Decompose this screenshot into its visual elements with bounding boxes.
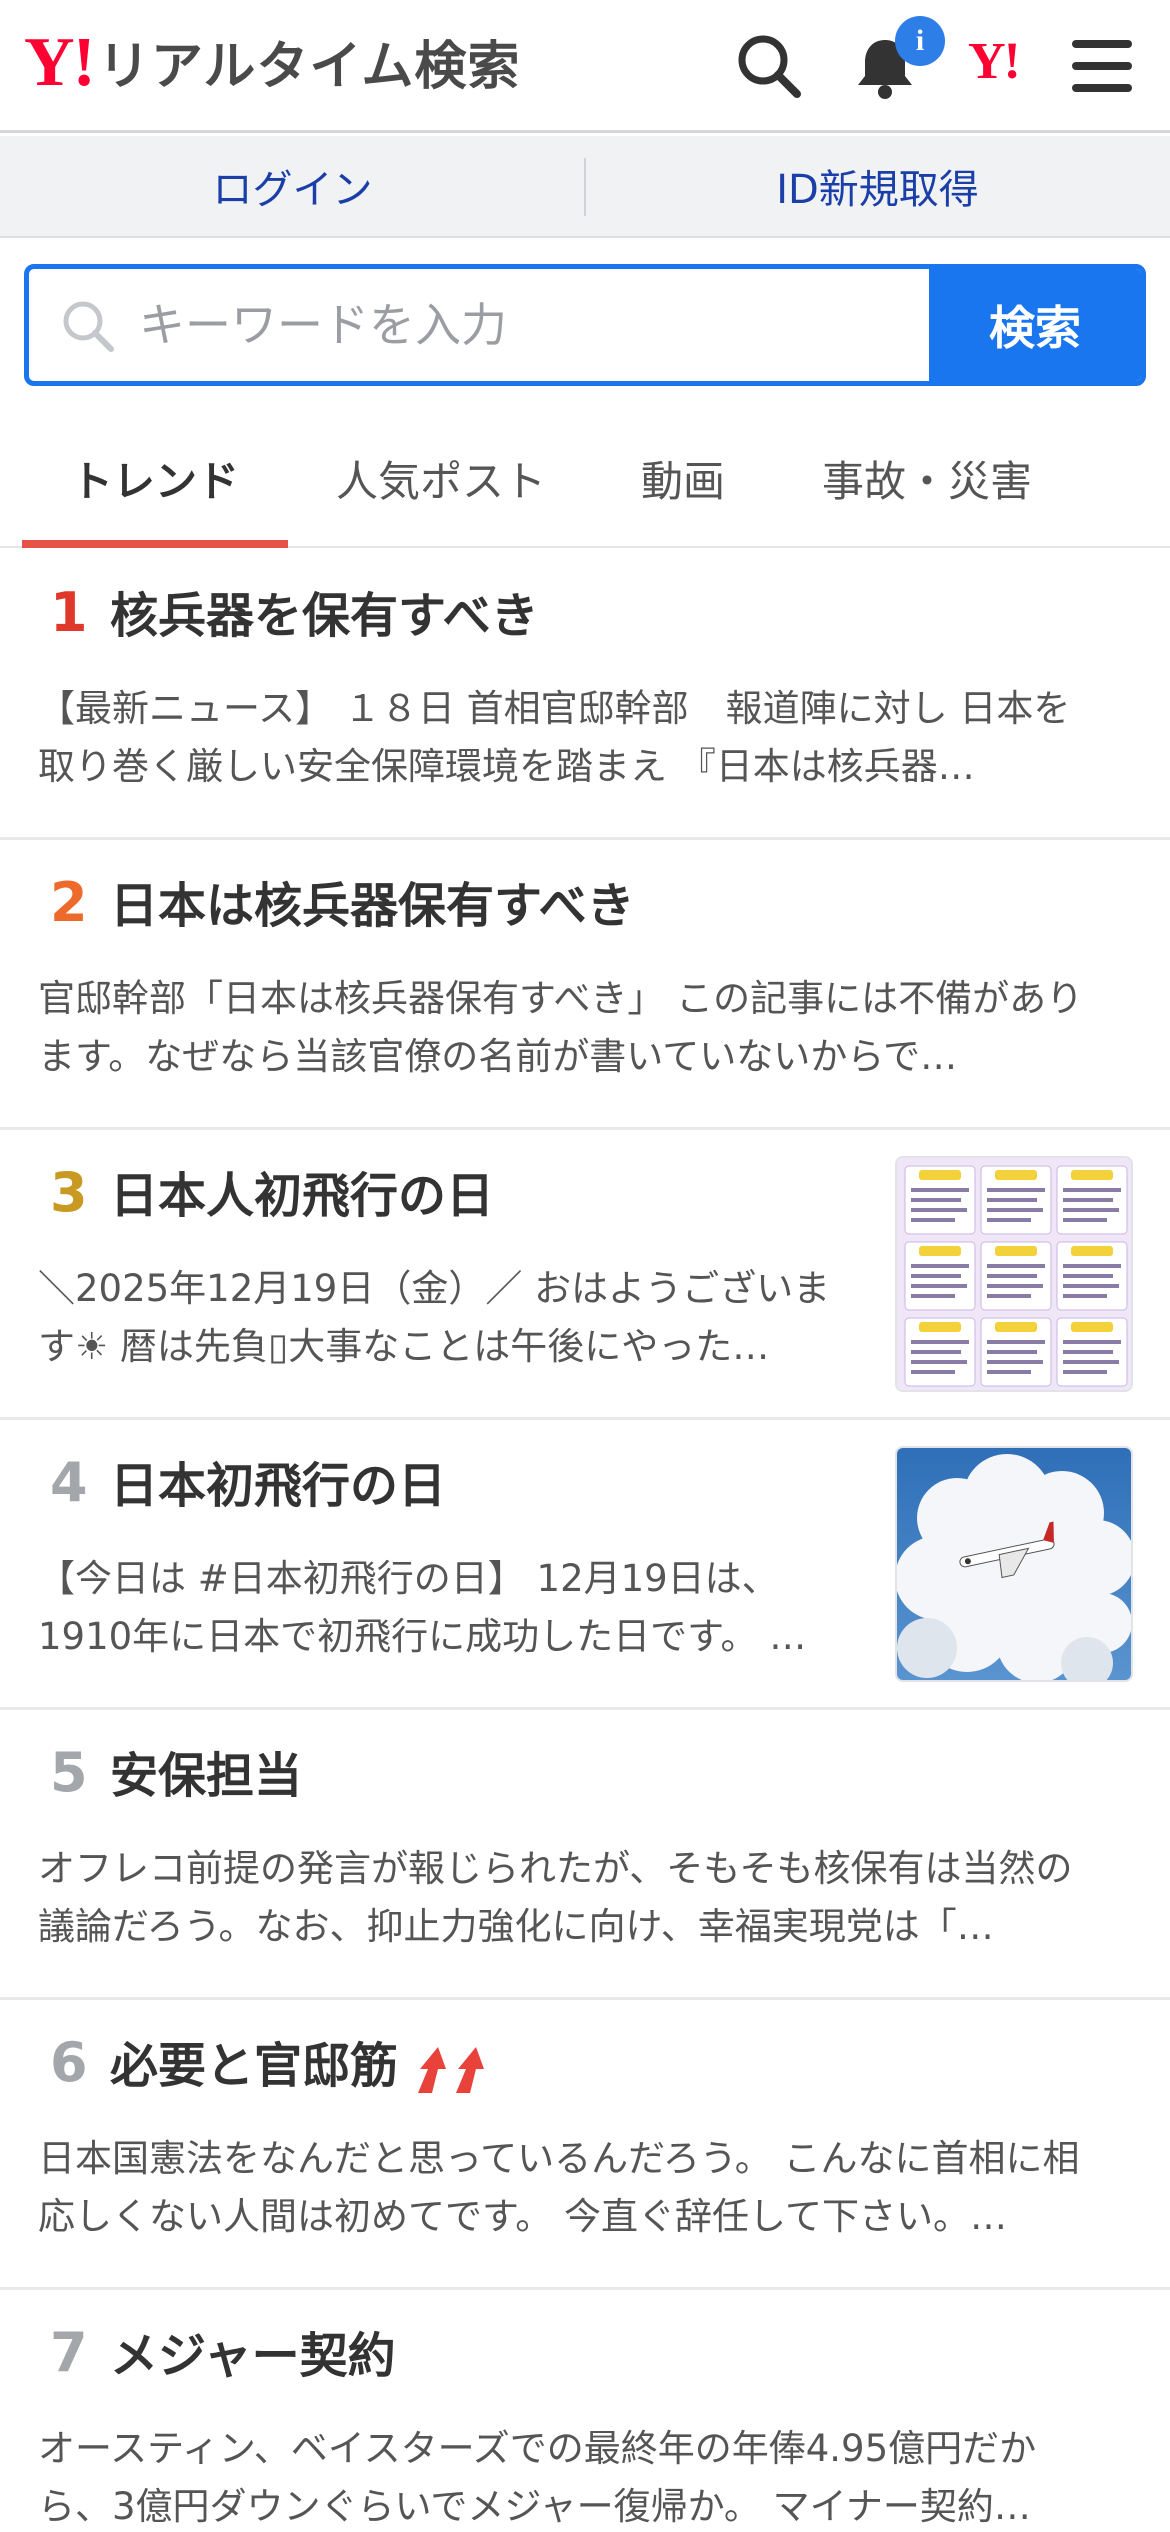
trend-description: 官邸幹部「日本は核兵器保有すべき」 この記事には不備があります。なぜなら当該官僚… [38, 977, 1084, 1078]
rank-number: 4 [50, 1451, 88, 1514]
rank-number: 7 [50, 2321, 88, 2384]
rank-number: 2 [50, 871, 88, 934]
airplane-clouds-image[interactable] [895, 1446, 1133, 1682]
rising-arrows-icon [418, 2047, 485, 2093]
trend-description: オースティン、ベイスターズでの最終年の年俸4.95億円だから、3億円ダウンぐらい… [38, 2427, 1037, 2528]
trend-title: 必要と官邸筋 [110, 2038, 399, 2094]
notification-badge: i [895, 16, 945, 66]
rank-number: 3 [50, 1161, 88, 1224]
rank-number: 6 [50, 2031, 88, 2094]
tab-videos[interactable]: 動画 [600, 410, 766, 546]
fortune-grid-graphic [897, 1158, 1131, 1390]
search-field-icon [63, 301, 114, 352]
category-tabs: トレンド 人気ポスト 動画 事故・災害 [0, 410, 1170, 548]
trend-item[interactable]: 5 安保担当 オフレコ前提の発言が報じられたが、そもそも核保有は当然の議論だろう… [0, 1710, 1170, 2000]
trend-title: メジャー契約 [110, 2328, 396, 2384]
yahoo-realtime-logo[interactable]: Y! リアルタイム検索 [24, 28, 520, 98]
tab-accidents-disasters[interactable]: 事故・災害 [800, 410, 1054, 546]
logo-mark: Y! [24, 24, 96, 101]
logo-text: リアルタイム検索 [97, 37, 521, 97]
trend-title: 日本は核兵器保有すべき [110, 878, 635, 934]
rank-number: 5 [50, 1741, 88, 1804]
trend-title: 安保担当 [110, 1748, 303, 1804]
trend-item[interactable]: 4 日本初飛行の日 【今日は #日本初飛行の日】 12月19日は、1910年に日… [0, 1420, 1170, 1710]
trend-item[interactable]: 2 日本は核兵器保有すべき 官邸幹部「日本は核兵器保有すべき」 この記事には不備… [0, 840, 1170, 1130]
trend-description: 【最新ニュース】 １８日 首相官邸幹部 報道陣に対し 日本を取り巻く厳しい安全保… [38, 687, 1071, 788]
search-bar: 検索 [24, 264, 1146, 386]
register-id-link[interactable]: ID新規取得 [585, 136, 1170, 236]
trend-title: 日本人初飛行の日 [110, 1168, 495, 1224]
hamburger-menu-icon[interactable] [1070, 36, 1134, 96]
trend-title: 日本初飛行の日 [110, 1458, 447, 1514]
trend-item[interactable]: 3 日本人初飛行の日 ＼2025年12月19日（金）／ おはようございます☀ 暦… [0, 1130, 1170, 1420]
trend-description: ＼2025年12月19日（金）／ おはようございます☀ 暦は先負▯大事なことは午… [38, 1267, 831, 1368]
search-input[interactable] [139, 269, 949, 381]
rank-number: 1 [50, 581, 88, 644]
tab-trend[interactable]: トレンド [22, 410, 288, 548]
trend-title-row: 必要と官邸筋 [110, 2038, 496, 2096]
divider [584, 158, 586, 216]
fortune-grid-image[interactable] [895, 1156, 1133, 1392]
trend-description: オフレコ前提の発言が報じられたが、そもそも核保有は当然の議論だろう。なお、抑止力… [38, 1847, 1073, 1948]
search-icon[interactable] [735, 32, 803, 100]
yahoo-japan-icon[interactable]: Y! [968, 36, 1021, 88]
trend-description: 【今日は #日本初飛行の日】 12月19日は、1910年に日本で初飛行に成功した… [38, 1557, 807, 1658]
login-link[interactable]: ログイン [0, 136, 585, 236]
search-button[interactable]: 検索 [929, 269, 1141, 381]
tab-popular-posts[interactable]: 人気ポスト [318, 410, 564, 546]
airplane-clouds-graphic [897, 1448, 1131, 1680]
app-header: Y! リアルタイム検索 i Y! [0, 0, 1170, 133]
trend-item[interactable]: 1 核兵器を保有すべき 【最新ニュース】 １８日 首相官邸幹部 報道陣に対し 日… [0, 550, 1170, 840]
trend-item[interactable]: 6 必要と官邸筋 日本国憲法をなんだと思っているんだろう。 こんなに首相に相応し… [0, 2000, 1170, 2290]
trend-description: 日本国憲法をなんだと思っているんだろう。 こんなに首相に相応しくない人間は初めて… [38, 2137, 1080, 2238]
account-bar: ログイン ID新規取得 [0, 136, 1170, 238]
trend-title: 核兵器を保有すべき [110, 588, 539, 644]
trend-item[interactable]: 7 メジャー契約 オースティン、ベイスターズでの最終年の年俸4.95億円だから、… [0, 2290, 1170, 2532]
